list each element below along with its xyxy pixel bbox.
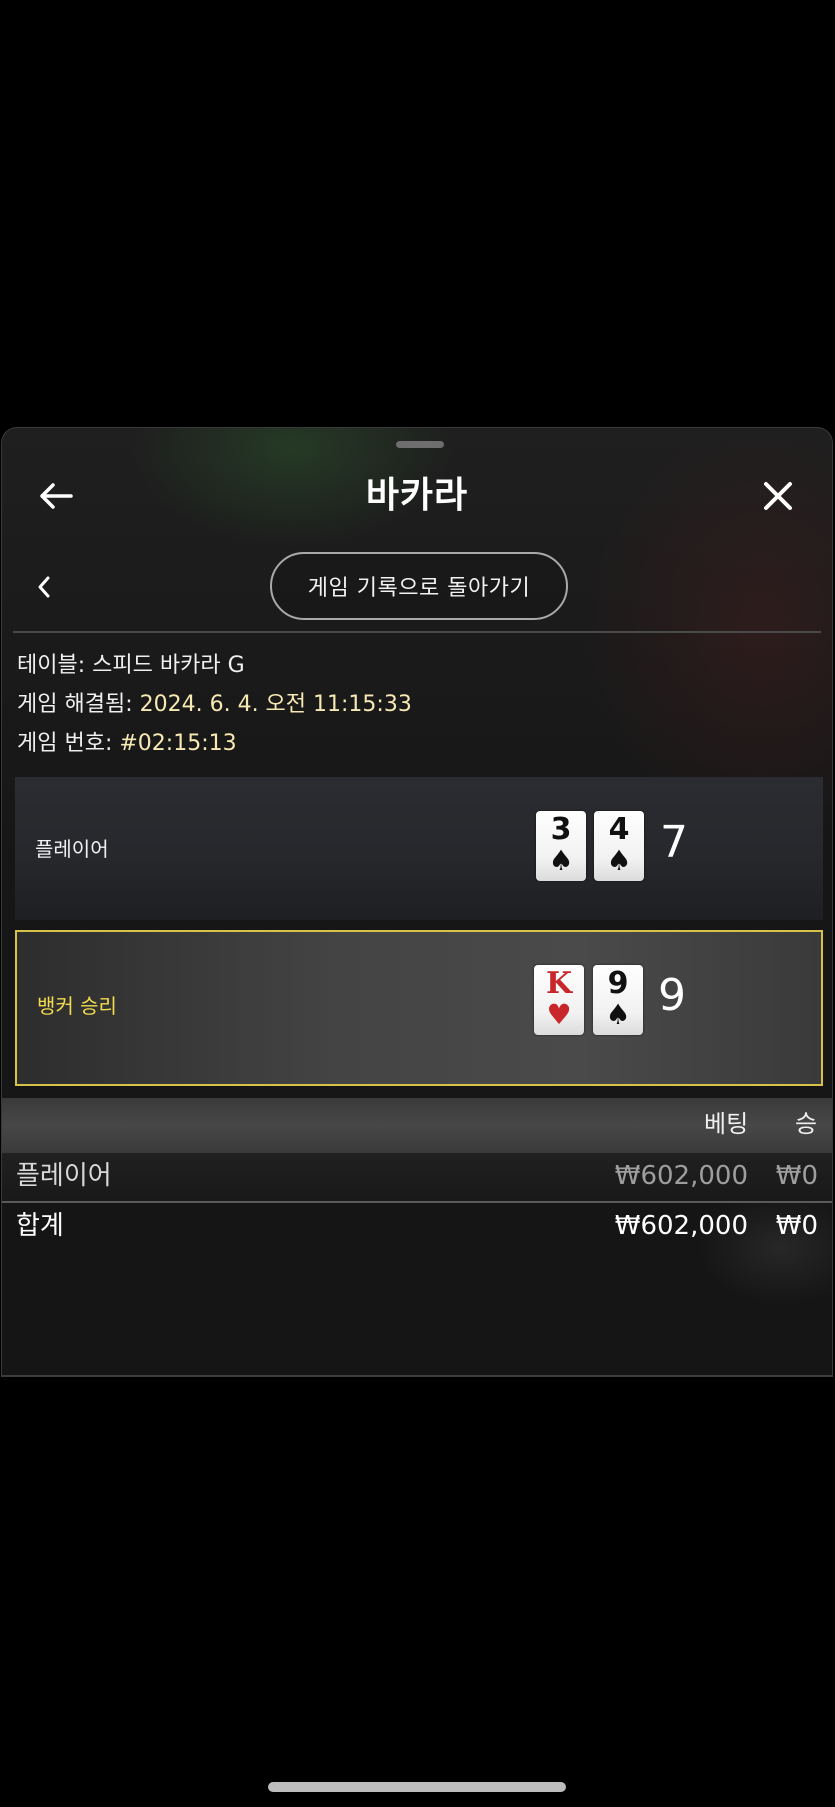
- screen: 바카라 게임 기록으로 돌아가기 테이블: 스피드 바카라 G 게임 해결됨: …: [0, 0, 835, 1807]
- divider: [13, 631, 821, 633]
- player-total: 7: [660, 817, 688, 868]
- player-hand-panel: 플레이어 3 ♠ 4 ♠ 7: [15, 777, 823, 920]
- card-rank: K: [545, 966, 573, 1001]
- banker-total: 9: [658, 970, 686, 1021]
- win-column-header: 승: [795, 1110, 818, 1138]
- top-bar: 바카라: [2, 468, 832, 528]
- chevron-left-icon: [38, 576, 50, 598]
- spade-icon: ♠: [605, 998, 631, 1031]
- total-label: 합계: [16, 1211, 64, 1241]
- game-number-value: #02:15:13: [119, 731, 237, 756]
- heart-icon: ♥: [546, 998, 572, 1031]
- card-rank: 3: [550, 812, 572, 847]
- resolved-value: 2024. 6. 4. 오전 11:15:33: [139, 692, 412, 717]
- game-number-line: 게임 번호: #02:15:13: [17, 724, 412, 763]
- total-win-amount: ₩0: [775, 1211, 818, 1241]
- game-number-label: 게임 번호:: [17, 731, 120, 756]
- win-amount: ₩0: [775, 1161, 818, 1191]
- home-indicator[interactable]: [268, 1782, 566, 1792]
- table-row: 플레이어 ₩602,000 ₩0: [2, 1153, 832, 1203]
- spade-icon: ♠: [548, 844, 574, 877]
- resolved-label: 게임 해결됨:: [17, 692, 140, 717]
- table-info-line: 테이블: 스피드 바카라 G: [17, 646, 412, 685]
- bet-column-header: 베팅: [704, 1110, 749, 1138]
- game-detail-sheet: 바카라 게임 기록으로 돌아가기 테이블: 스피드 바카라 G 게임 해결됨: …: [1, 427, 833, 1377]
- back-to-history-button[interactable]: 게임 기록으로 돌아가기: [270, 552, 568, 620]
- table-label: 테이블:: [17, 653, 93, 678]
- playing-card: 4 ♠: [594, 811, 644, 881]
- playing-card: 3 ♠: [536, 811, 586, 881]
- page-title: 바카라: [365, 475, 469, 516]
- playing-card: K ♥: [534, 965, 584, 1035]
- history-nav: 게임 기록으로 돌아가기: [2, 552, 832, 622]
- table-value: 스피드 바카라 G: [92, 653, 245, 678]
- sheet-grabber[interactable]: [396, 441, 444, 448]
- bet-amount: ₩602,000: [614, 1161, 748, 1191]
- game-info: 테이블: 스피드 바카라 G 게임 해결됨: 2024. 6. 4. 오전 11…: [17, 646, 412, 763]
- playing-card: 9 ♠: [593, 965, 643, 1035]
- card-rank: 9: [607, 966, 629, 1001]
- player-hand-label: 플레이어: [35, 837, 109, 861]
- bets-table-header: 베팅 승: [2, 1098, 832, 1153]
- banker-hand-panel: 뱅커 승리 K ♥ 9 ♠ 9: [15, 930, 823, 1086]
- close-icon: [764, 482, 792, 510]
- total-bet-amount: ₩602,000: [614, 1211, 748, 1241]
- bet-name: 플레이어: [16, 1161, 112, 1191]
- banker-winner-label: 뱅커 승리: [37, 994, 117, 1018]
- total-row: 합계 ₩602,000 ₩0: [2, 1203, 832, 1251]
- chevron-back-button[interactable]: [24, 565, 64, 609]
- card-rank: 4: [608, 812, 630, 847]
- close-button[interactable]: [754, 474, 802, 518]
- resolved-info-line: 게임 해결됨: 2024. 6. 4. 오전 11:15:33: [17, 685, 412, 724]
- spade-icon: ♠: [606, 844, 632, 877]
